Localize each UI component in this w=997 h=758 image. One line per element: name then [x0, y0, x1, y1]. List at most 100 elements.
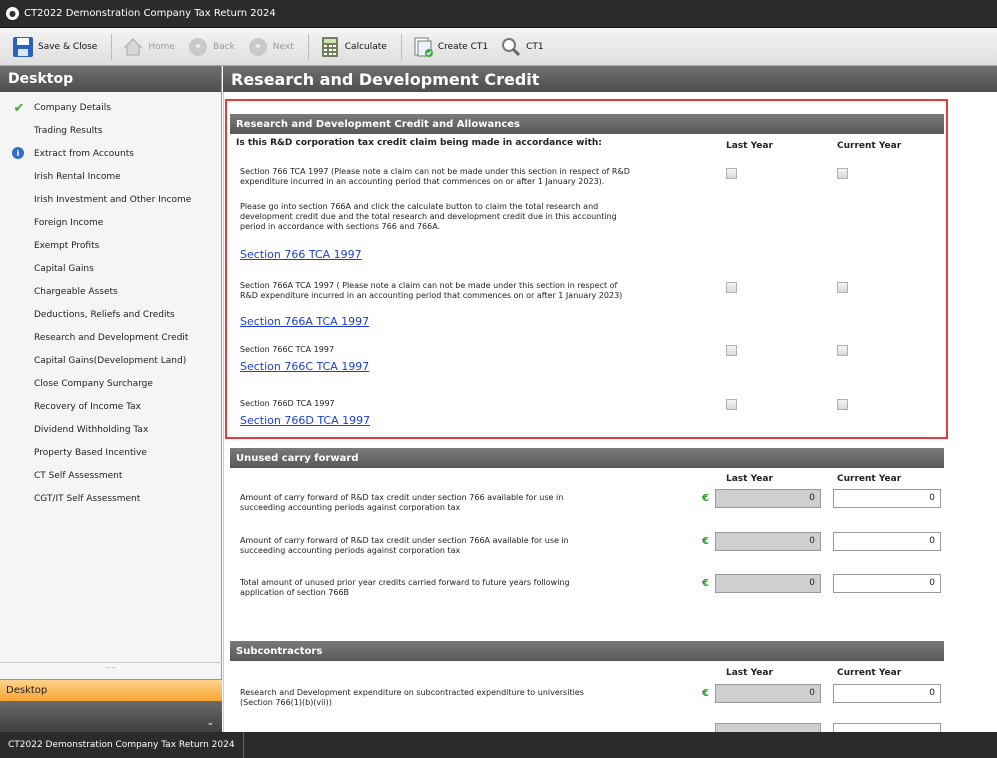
create-ct1-button[interactable]: Create CT1	[408, 32, 492, 62]
app-logo-icon: ●	[6, 7, 19, 20]
sidebar-item-company-details[interactable]: ✔ Company Details	[0, 96, 221, 119]
sidebar-item-ct-self-assessment[interactable]: CT Self Assessment	[0, 464, 221, 487]
section-766d-last-year-checkbox[interactable]	[726, 399, 737, 410]
section-766a-label: Section 766A TCA 1997 ( Please note a cl…	[240, 281, 623, 300]
unused-credits-current-year-input[interactable]: 0	[833, 574, 941, 593]
carry-766-label: Amount of carry forward of R&D tax credi…	[240, 493, 564, 512]
next-row-last-year-field	[715, 723, 821, 732]
toolbar-divider	[307, 33, 309, 60]
carry-766a-current-year-input[interactable]: 0	[833, 532, 941, 551]
section-766a-last-year-checkbox[interactable]	[726, 282, 737, 293]
subcontracted-universities-label: Research and Development expenditure on …	[240, 688, 584, 707]
calculate-note: Please go into section 766A and click th…	[240, 202, 617, 231]
section-766d-link[interactable]: Section 766D TCA 1997	[240, 414, 370, 427]
section-header: Research and Development Credit and Allo…	[230, 114, 944, 134]
toolbar-divider	[400, 33, 402, 60]
sidebar-item-property-based-incentive[interactable]: Property Based Incentive	[0, 441, 221, 464]
home-label: Home	[148, 41, 175, 52]
sidebar-item-rd-credit[interactable]: Research and Development Credit	[0, 326, 221, 349]
desktop-tab[interactable]: Desktop	[0, 679, 222, 701]
section-766c-last-year-checkbox[interactable]	[726, 345, 737, 356]
euro-icon: €	[702, 493, 709, 504]
sidebar-item-dividend-withholding-tax[interactable]: Dividend Withholding Tax	[0, 418, 221, 441]
euro-icon: €	[702, 536, 709, 547]
section-766-last-year-checkbox[interactable]	[726, 168, 737, 179]
sidebar-item-exempt-profits[interactable]: Exempt Profits	[0, 234, 221, 257]
sidebar-item-foreign-income[interactable]: Foreign Income	[0, 211, 221, 234]
unused-credits-last-year-field: 0	[715, 574, 821, 593]
unused-credits-label: Total amount of unused prior year credit…	[240, 578, 570, 597]
section-header: Unused carry forward	[230, 448, 944, 468]
carry-766a-last-year-field: 0	[715, 532, 821, 551]
check-icon: ✔	[13, 100, 25, 116]
section-766-link[interactable]: Section 766 TCA 1997	[240, 248, 362, 261]
window-title: CT2022 Demonstration Company Tax Return …	[24, 8, 276, 19]
sidebar-title: Desktop	[0, 66, 221, 92]
next-label: Next	[272, 41, 294, 52]
carry-forward-section: Unused carry forward Last Year Current Y…	[230, 448, 944, 608]
subcontracted-current-year-input[interactable]: 0	[833, 684, 941, 703]
next-button[interactable]: » Next	[243, 32, 298, 62]
sidebar-item-deductions[interactable]: Deductions, Reliefs and Credits	[0, 303, 221, 326]
home-button[interactable]: Home	[118, 32, 179, 62]
last-year-header: Last Year	[726, 141, 773, 151]
back-button[interactable]: « Back	[183, 32, 239, 62]
main-panel: Research and Development Credit Research…	[223, 66, 997, 732]
section-766c-current-year-checkbox[interactable]	[837, 345, 848, 356]
open-document-tab[interactable]: CT2022 Demonstration Company Tax Return …	[0, 732, 244, 758]
calculate-button[interactable]: Calculate	[315, 32, 391, 62]
chevron-down-icon[interactable]: ⌄	[206, 718, 214, 728]
sidebar-item-trading-results[interactable]: Trading Results	[0, 119, 221, 142]
next-arrow-icon: »	[247, 36, 269, 58]
back-arrow-icon: «	[187, 36, 209, 58]
calculate-label: Calculate	[344, 41, 387, 52]
save-close-button[interactable]: Save & Close	[8, 32, 101, 62]
toolbar: Save & Close Home « Back » Next Calculat…	[0, 28, 997, 66]
sidebar-item-cgt-it-self-assessment[interactable]: CGT/IT Self Assessment	[0, 487, 221, 510]
magnifier-icon	[500, 36, 522, 58]
save-close-label: Save & Close	[38, 41, 98, 52]
current-year-header: Current Year	[837, 474, 902, 484]
current-year-header: Current Year	[837, 141, 902, 151]
sidebar-item-capital-gains-dev-land[interactable]: Capital Gains(Development Land)	[0, 349, 221, 372]
carry-766-current-year-input[interactable]: 0	[833, 489, 941, 508]
create-document-icon	[412, 36, 434, 58]
page-title: Research and Development Credit	[223, 66, 997, 92]
section-766d-current-year-checkbox[interactable]	[837, 399, 848, 410]
last-year-header: Last Year	[726, 668, 773, 678]
house-icon	[122, 36, 144, 58]
section-766-current-year-checkbox[interactable]	[837, 168, 848, 179]
form-content[interactable]: Research and Development Credit and Allo…	[223, 92, 997, 732]
current-year-header: Current Year	[837, 668, 902, 678]
sidebar-footer: ⌄	[0, 701, 222, 732]
carry-766a-label: Amount of carry forward of R&D tax credi…	[240, 536, 569, 555]
sidebar-item-irish-investment[interactable]: Irish Investment and Other Income	[0, 188, 221, 211]
ct1-label: CT1	[526, 41, 544, 52]
sidebar-item-extract-from-accounts[interactable]: i Extract from Accounts	[0, 142, 221, 165]
subcontracted-last-year-field: 0	[715, 684, 821, 703]
sidebar-item-irish-rental-income[interactable]: Irish Rental Income	[0, 165, 221, 188]
calculator-icon	[319, 36, 341, 58]
splitter-grip[interactable]: ....	[0, 662, 222, 670]
subcontractors-section: Subcontractors Last Year Current Year Re…	[230, 641, 944, 732]
sidebar-item-capital-gains[interactable]: Capital Gains	[0, 257, 221, 280]
sidebar-item-chargeable-assets[interactable]: Chargeable Assets	[0, 280, 221, 303]
section-766a-current-year-checkbox[interactable]	[837, 282, 848, 293]
create-ct1-label: Create CT1	[437, 41, 489, 52]
euro-icon: €	[702, 578, 709, 589]
section-766c-link[interactable]: Section 766C TCA 1997	[240, 360, 369, 373]
section-766d-label: Section 766D TCA 1997	[240, 399, 335, 408]
sidebar-item-close-company-surcharge[interactable]: Close Company Surcharge	[0, 372, 221, 395]
section-766a-link[interactable]: Section 766A TCA 1997	[240, 315, 369, 328]
info-icon: i	[12, 147, 24, 159]
section-header: Subcontractors	[230, 641, 944, 661]
toolbar-divider	[111, 33, 113, 60]
section-766c-label: Section 766C TCA 1997	[240, 345, 335, 354]
ct1-button[interactable]: CT1	[496, 32, 548, 62]
carry-766-last-year-field: 0	[715, 489, 821, 508]
sidebar-item-recovery-income-tax[interactable]: Recovery of Income Tax	[0, 395, 221, 418]
section-766-label: Section 766 TCA 1997 (Please note a clai…	[240, 167, 630, 186]
next-row-current-year-input[interactable]	[833, 723, 941, 732]
euro-icon: €	[702, 688, 709, 699]
status-bar: CT2022 Demonstration Company Tax Return …	[0, 732, 997, 758]
